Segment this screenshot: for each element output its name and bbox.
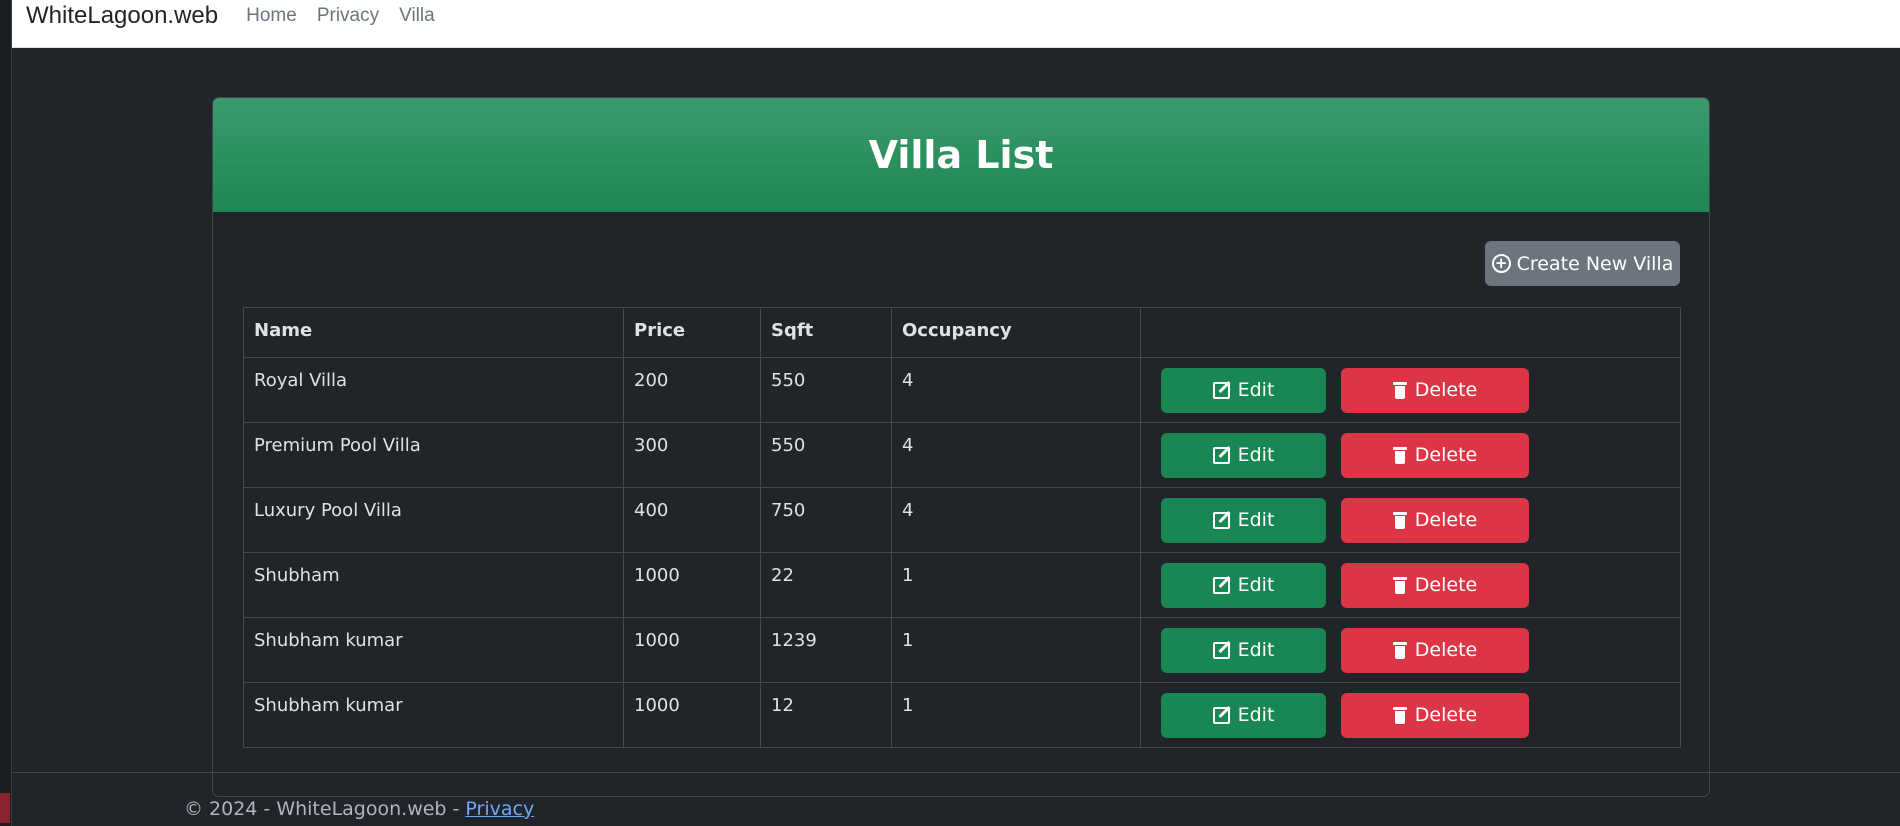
edit-button[interactable]: Edit: [1161, 692, 1326, 738]
table-header-row: Name Price Sqft Occupancy: [243, 307, 1681, 358]
villa-name: Shubham: [243, 552, 624, 618]
edge-marker: [0, 793, 10, 823]
edit-label: Edit: [1237, 639, 1275, 661]
villa-sqft: 750: [760, 487, 892, 553]
villa-name: Shubham kumar: [243, 617, 624, 683]
row-actions: Edit Delete: [1140, 682, 1681, 748]
table-row: Royal Villa 200 550 4 Edit Delete: [243, 357, 1681, 423]
footer-privacy-link[interactable]: Privacy: [465, 798, 534, 820]
brand-link[interactable]: WhiteLagoon.web: [26, 2, 218, 30]
edit-label: Edit: [1237, 574, 1275, 596]
table-row: Premium Pool Villa 300 550 4 Edit Delete: [243, 422, 1681, 488]
row-actions: Edit Delete: [1140, 552, 1681, 618]
delete-label: Delete: [1414, 509, 1478, 531]
card-header: Villa List: [213, 98, 1709, 212]
villa-price: 1000: [623, 617, 761, 683]
villa-list-card: Villa List + Create New Villa Name Price…: [212, 97, 1710, 797]
create-villa-button[interactable]: + Create New Villa: [1485, 241, 1680, 286]
delete-label: Delete: [1414, 574, 1478, 596]
edit-button[interactable]: Edit: [1161, 367, 1326, 413]
nav-link-privacy[interactable]: Privacy: [317, 5, 379, 27]
villa-name: Shubham kumar: [243, 682, 624, 748]
delete-button[interactable]: Delete: [1341, 497, 1529, 543]
row-actions: Edit Delete: [1140, 617, 1681, 683]
trash-icon: [1392, 706, 1407, 724]
delete-label: Delete: [1414, 704, 1478, 726]
row-actions: Edit Delete: [1140, 422, 1681, 488]
edit-label: Edit: [1237, 509, 1275, 531]
villa-price: 300: [623, 422, 761, 488]
villa-occupancy: 1: [891, 682, 1141, 748]
delete-button[interactable]: Delete: [1341, 367, 1529, 413]
top-navbar: WhiteLagoon.web Home Privacy Villa: [12, 0, 1900, 48]
delete-label: Delete: [1414, 444, 1478, 466]
edit-icon: [1212, 381, 1230, 399]
villa-sqft: 22: [760, 552, 892, 618]
edit-button[interactable]: Edit: [1161, 432, 1326, 478]
table-row: Luxury Pool Villa 400 750 4 Edit Delete: [243, 487, 1681, 553]
trash-icon: [1392, 576, 1407, 594]
edit-button[interactable]: Edit: [1161, 497, 1326, 543]
villa-occupancy: 4: [891, 487, 1141, 553]
row-actions: Edit Delete: [1140, 487, 1681, 553]
edit-icon: [1212, 641, 1230, 659]
villa-occupancy: 1: [891, 552, 1141, 618]
create-villa-label: Create New Villa: [1516, 252, 1674, 275]
delete-button[interactable]: Delete: [1341, 627, 1529, 673]
edit-button[interactable]: Edit: [1161, 627, 1326, 673]
edit-icon: [1212, 446, 1230, 464]
delete-button[interactable]: Delete: [1341, 562, 1529, 608]
edit-icon: [1212, 511, 1230, 529]
edit-button[interactable]: Edit: [1161, 562, 1326, 608]
footer-divider: [12, 772, 1900, 773]
villa-sqft: 12: [760, 682, 892, 748]
row-actions: Edit Delete: [1140, 357, 1681, 423]
delete-button[interactable]: Delete: [1341, 432, 1529, 478]
villa-table: Name Price Sqft Occupancy Royal Villa 20…: [243, 307, 1681, 748]
footer-copyright: © 2024 - WhiteLagoon.web -: [184, 798, 466, 820]
villa-price: 1000: [623, 682, 761, 748]
delete-label: Delete: [1414, 379, 1478, 401]
edit-label: Edit: [1237, 704, 1275, 726]
villa-name: Royal Villa: [243, 357, 624, 423]
page-title: Villa List: [868, 132, 1054, 177]
villa-occupancy: 4: [891, 422, 1141, 488]
villa-sqft: 1239: [760, 617, 892, 683]
column-header-actions: [1140, 307, 1681, 358]
column-header-price: Price: [623, 307, 761, 358]
villa-occupancy: 1: [891, 617, 1141, 683]
nav-link-home[interactable]: Home: [246, 5, 297, 27]
trash-icon: [1392, 446, 1407, 464]
villa-sqft: 550: [760, 422, 892, 488]
edit-label: Edit: [1237, 444, 1275, 466]
column-header-sqft: Sqft: [760, 307, 892, 358]
column-header-occupancy: Occupancy: [891, 307, 1141, 358]
delete-label: Delete: [1414, 639, 1478, 661]
villa-occupancy: 4: [891, 357, 1141, 423]
villa-sqft: 550: [760, 357, 892, 423]
villa-price: 200: [623, 357, 761, 423]
edit-label: Edit: [1237, 379, 1275, 401]
plus-circle-icon: +: [1491, 254, 1511, 273]
trash-icon: [1392, 641, 1407, 659]
delete-button[interactable]: Delete: [1341, 692, 1529, 738]
villa-name: Premium Pool Villa: [243, 422, 624, 488]
villa-price: 400: [623, 487, 761, 553]
table-row: Shubham kumar 1000 1239 1 Edit Delete: [243, 617, 1681, 683]
villa-name: Luxury Pool Villa: [243, 487, 624, 553]
trash-icon: [1392, 511, 1407, 529]
villa-price: 1000: [623, 552, 761, 618]
page-footer: © 2024 - WhiteLagoon.web - Privacy: [184, 798, 534, 820]
trash-icon: [1392, 381, 1407, 399]
edit-icon: [1212, 576, 1230, 594]
edit-icon: [1212, 706, 1230, 724]
column-header-name: Name: [243, 307, 624, 358]
table-row: Shubham kumar 1000 12 1 Edit Delete: [243, 682, 1681, 748]
nav-link-villa[interactable]: Villa: [399, 5, 435, 27]
table-row: Shubham 1000 22 1 Edit Delete: [243, 552, 1681, 618]
window-edge: [0, 0, 12, 826]
